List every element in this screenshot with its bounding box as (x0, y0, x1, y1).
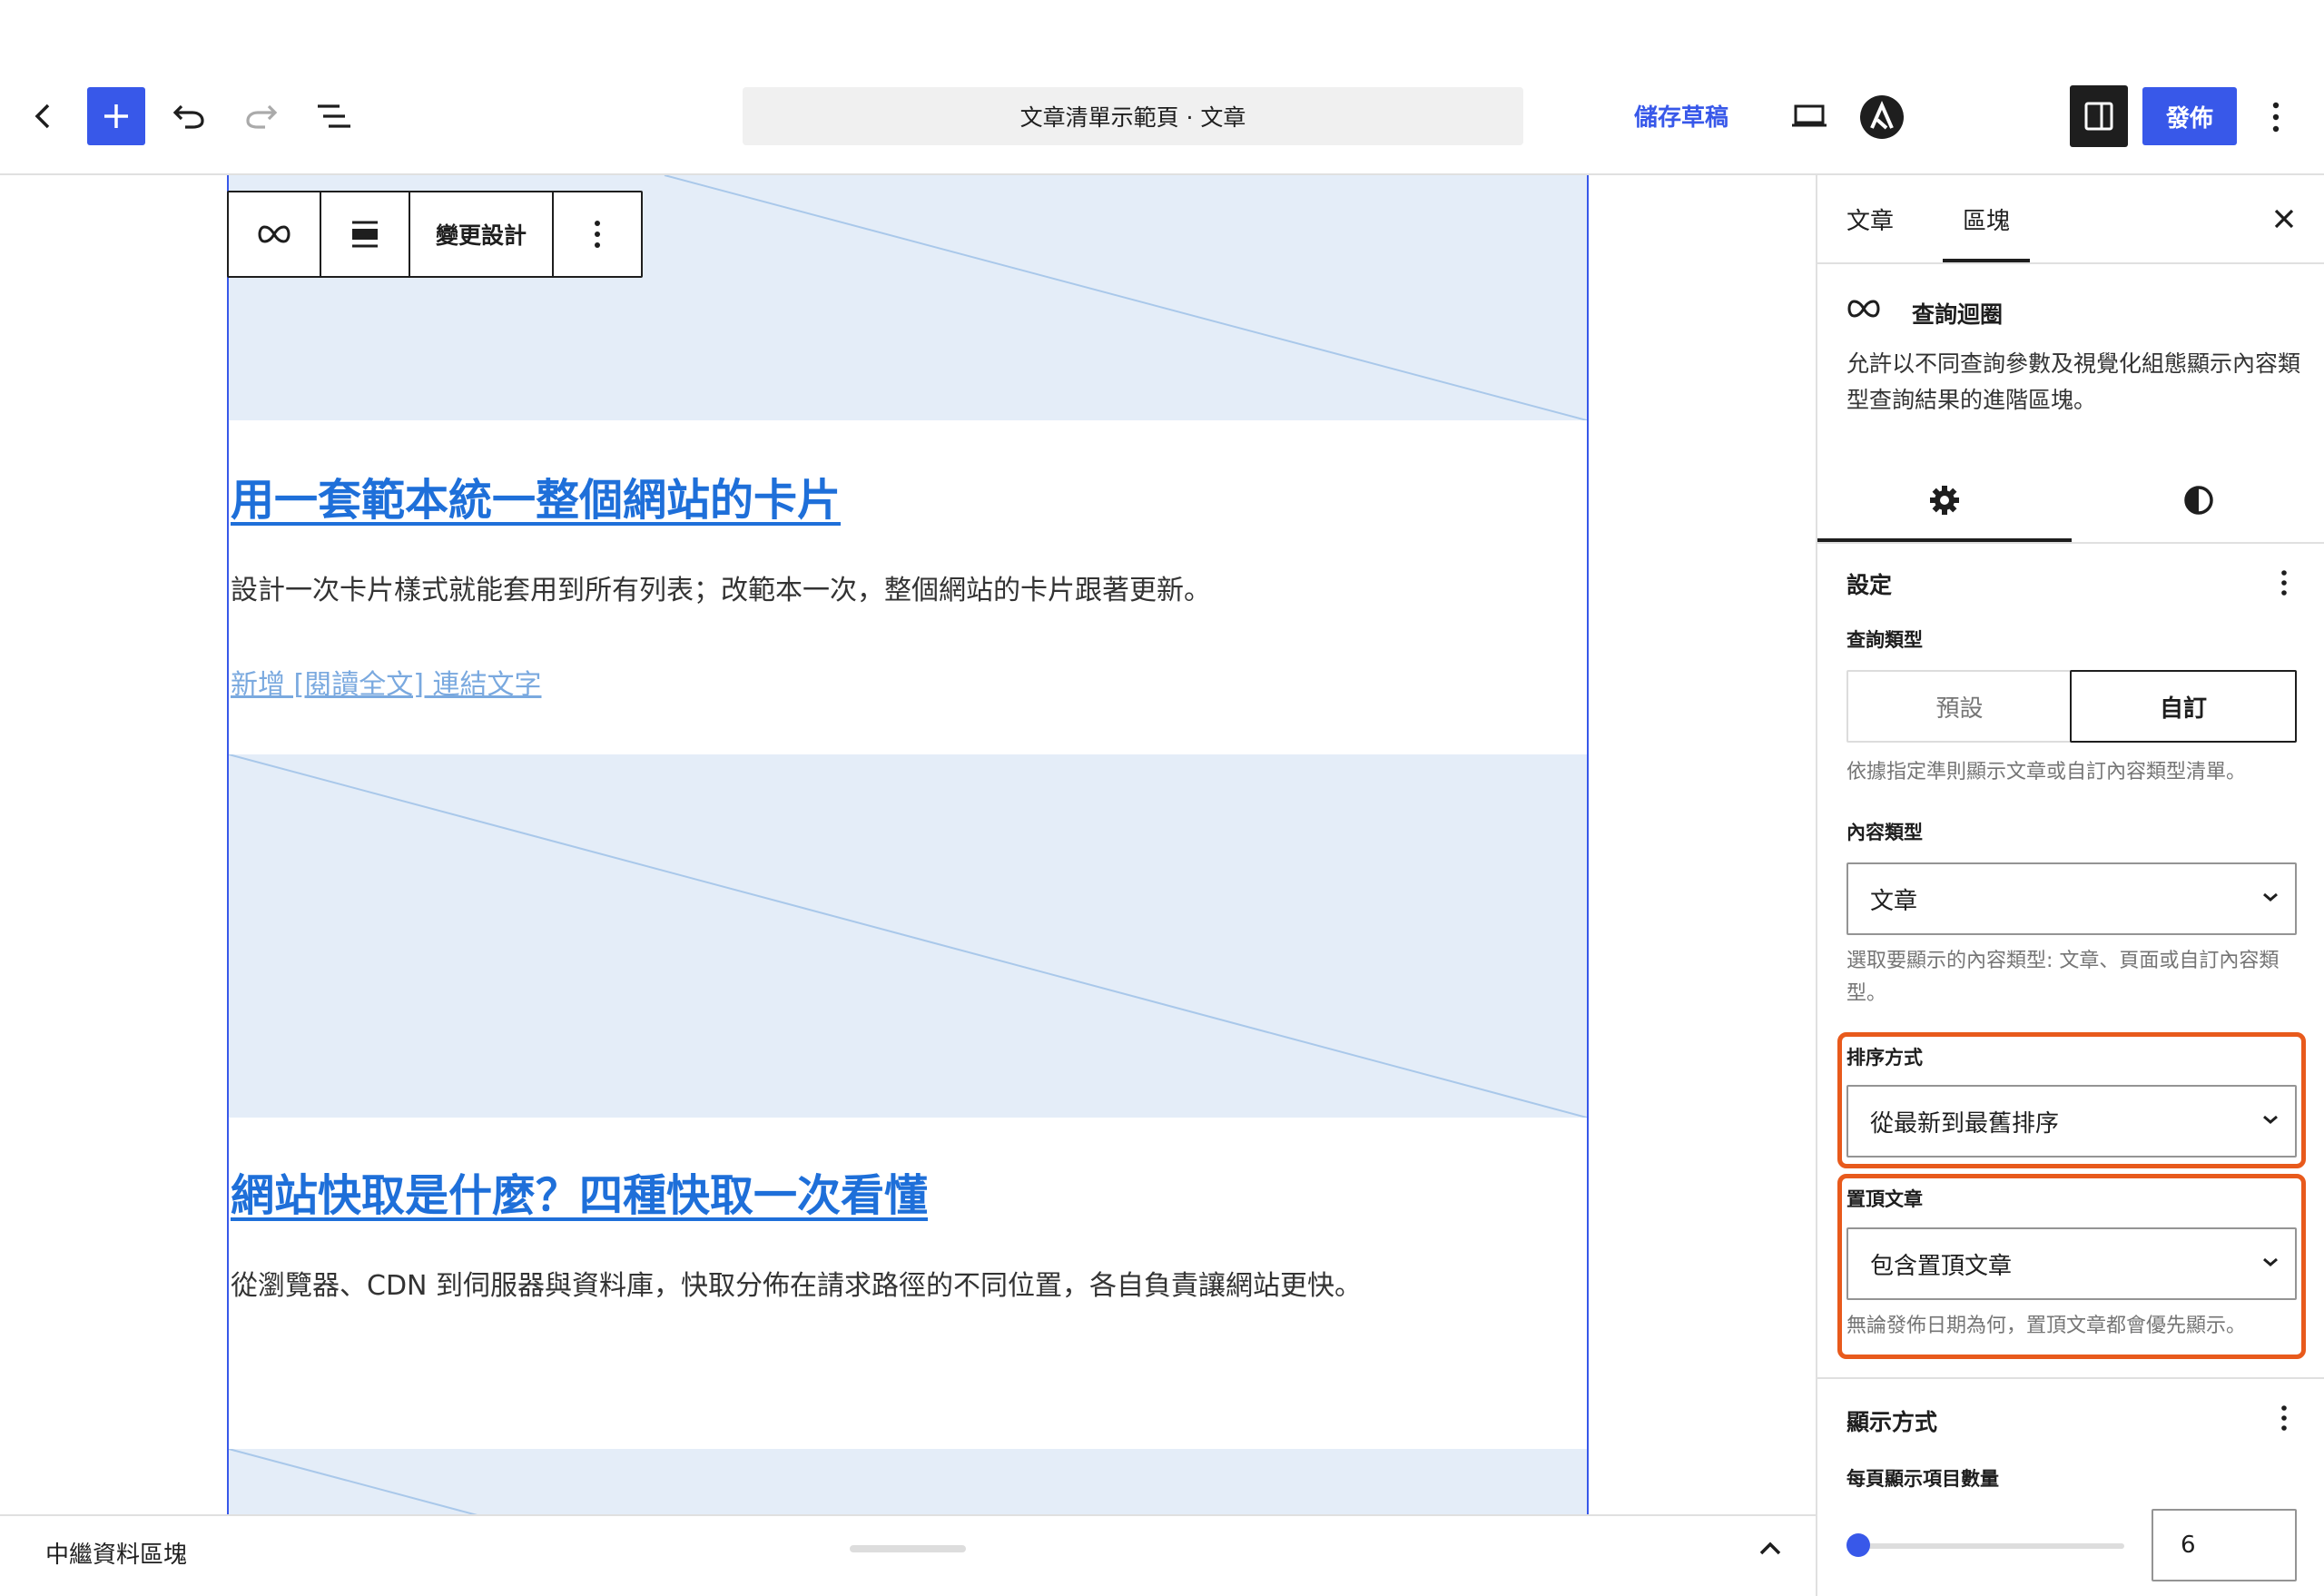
settings-sidebar: 文章 區塊 查詢迴圈 允許以不同查詢參數及視覺化組態顯示內容類型查詢結果的進階區… (1816, 175, 2324, 1596)
query-type-help: 依據指定準則顯示文章或自訂內容類型清單。 (1846, 761, 2247, 783)
back-icon[interactable] (25, 94, 62, 138)
post-type-value: 文章 (1870, 887, 1918, 915)
align-icon (352, 221, 378, 248)
display-options-button[interactable] (2275, 1403, 2293, 1433)
post-type-label: 內容類型 (1846, 822, 1923, 843)
chevron-up-icon (1759, 1542, 1781, 1555)
redo-icon (246, 104, 278, 129)
post-excerpt[interactable]: 從瀏覽器、CDN 到伺服器與資料庫，快取分佈在請求路徑的不同位置，各自負責讓網站… (231, 1263, 1362, 1303)
document-title: 文章清單示範頁 · 文章 (1019, 104, 1246, 131)
query-type-option-custom[interactable]: 自訂 (2070, 670, 2297, 743)
options-menu-button[interactable] (2262, 94, 2290, 140)
settings-sidebar-toggle[interactable] (2070, 85, 2128, 147)
sticky-posts-label: 置頂文章 (1846, 1188, 1923, 1210)
change-design-button[interactable]: 變更設計 (410, 192, 554, 276)
editor-footer: 中繼資料區塊 (0, 1514, 1816, 1596)
publish-button[interactable]: 發佈 (2142, 87, 2237, 145)
settings-options-button[interactable] (2275, 567, 2293, 598)
redo-button[interactable] (241, 94, 281, 138)
preview-button[interactable] (1788, 96, 1830, 136)
order-by-value: 從最新到最舊排序 (1870, 1109, 2060, 1138)
tab-styles[interactable] (2072, 457, 2324, 544)
query-loop-icon (258, 225, 290, 243)
preview-device-icon (1792, 104, 1827, 127)
document-title-bar[interactable]: 文章清單示範頁 · 文章 (743, 87, 1523, 145)
chevron-down-icon (2263, 1115, 2278, 1124)
post-title[interactable]: 網站快取是什麼？四種快取一次看懂 (231, 1159, 928, 1223)
query-loop-icon (1846, 299, 1883, 326)
gear-icon (1930, 486, 1959, 515)
read-more-link[interactable]: 新增 [閱讀全文] 連結文字 (231, 662, 541, 702)
expand-footer-button[interactable] (1756, 1534, 1785, 1563)
featured-image-placeholder[interactable] (229, 754, 1587, 1118)
order-by-select[interactable]: 從最新到最舊排序 (1846, 1085, 2297, 1158)
editor-header: 文章清單示範頁 · 文章 儲存草稿 發佈 (0, 0, 2324, 175)
block-breadcrumb[interactable]: 中繼資料區塊 (45, 1536, 187, 1570)
post-title[interactable]: 用一套範本統一整個網站的卡片 (231, 464, 841, 527)
list-view-button[interactable] (314, 94, 354, 138)
chevron-down-icon (2263, 892, 2278, 901)
more-options-icon (2272, 102, 2280, 133)
divider (1817, 542, 2324, 544)
undo-icon (172, 104, 204, 129)
block-type-button[interactable] (229, 192, 321, 276)
contrast-icon (2184, 486, 2213, 515)
post-type-select[interactable]: 文章 (1846, 862, 2297, 935)
sticky-posts-select[interactable]: 包含置頂文章 (1846, 1227, 2297, 1300)
list-view-icon (318, 104, 350, 128)
block-options-button[interactable] (554, 192, 641, 276)
query-loop-block[interactable]: 用一套範本統一整個網站的卡片 設計一次卡片樣式就能套用到所有列表；改範本一次，整… (227, 175, 1589, 1514)
divider (1817, 1377, 2324, 1379)
items-per-page-input[interactable]: 6 (2152, 1509, 2297, 1581)
query-type-label: 查詢類型 (1846, 629, 1923, 651)
settings-panel-title: 設定 (1846, 572, 1893, 598)
sticky-posts-value: 包含置頂文章 (1870, 1252, 2013, 1280)
divider (1817, 262, 2324, 264)
more-options-icon (595, 221, 600, 248)
add-icon (104, 104, 128, 128)
order-by-label: 排序方式 (1846, 1047, 1923, 1069)
items-per-page-slider-thumb[interactable] (1846, 1533, 1870, 1557)
close-sidebar-button[interactable] (2268, 202, 2300, 235)
more-options-icon (2281, 570, 2287, 596)
undo-button[interactable] (169, 94, 209, 138)
close-icon (2274, 209, 2294, 229)
items-per-page-value: 6 (2181, 1532, 2196, 1559)
items-per-page-slider-track[interactable] (1852, 1543, 2124, 1549)
tab-post[interactable]: 文章 (1836, 175, 1905, 262)
align-button[interactable] (321, 192, 410, 276)
featured-image-placeholder[interactable] (229, 1449, 1587, 1514)
post-excerpt[interactable]: 設計一次卡片樣式就能套用到所有列表；改範本一次，整個網站的卡片跟著更新。 (231, 567, 1211, 607)
add-block-button[interactable] (87, 87, 145, 145)
chevron-down-icon (2263, 1257, 2278, 1266)
block-name: 查詢迴圈 (1912, 301, 2004, 328)
sticky-posts-help: 無論發佈日期為何，置頂文章都會優先顯示。 (1846, 1315, 2247, 1337)
tab-block[interactable]: 區塊 (1943, 175, 2030, 262)
resize-handle[interactable] (850, 1545, 966, 1552)
display-panel-title: 顯示方式 (1846, 1409, 1938, 1435)
save-draft-button[interactable]: 儲存草稿 (1634, 100, 1728, 136)
block-description: 允許以不同查詢參數及視覺化組態顯示內容類型查詢結果的進階區塊。 (1846, 350, 2301, 413)
astra-logo-icon (1860, 95, 1904, 139)
tab-settings[interactable] (1817, 457, 2072, 544)
items-per-page-label: 每頁顯示項目數量 (1846, 1468, 1999, 1490)
query-type-option-default[interactable]: 預設 (1848, 672, 2071, 741)
block-toolbar: 變更設計 (227, 191, 643, 278)
more-options-icon (2281, 1405, 2287, 1431)
sidebar-toggle-icon (2084, 102, 2113, 131)
astra-settings-button[interactable] (1859, 94, 1905, 140)
editor-canvas: 用一套範本統一整個網站的卡片 設計一次卡片樣式就能套用到所有列表；改範本一次，整… (0, 175, 1816, 1514)
post-type-help: 選取要顯示的內容類型: 文章、頁面或自訂內容類型。 (1846, 950, 2280, 1005)
